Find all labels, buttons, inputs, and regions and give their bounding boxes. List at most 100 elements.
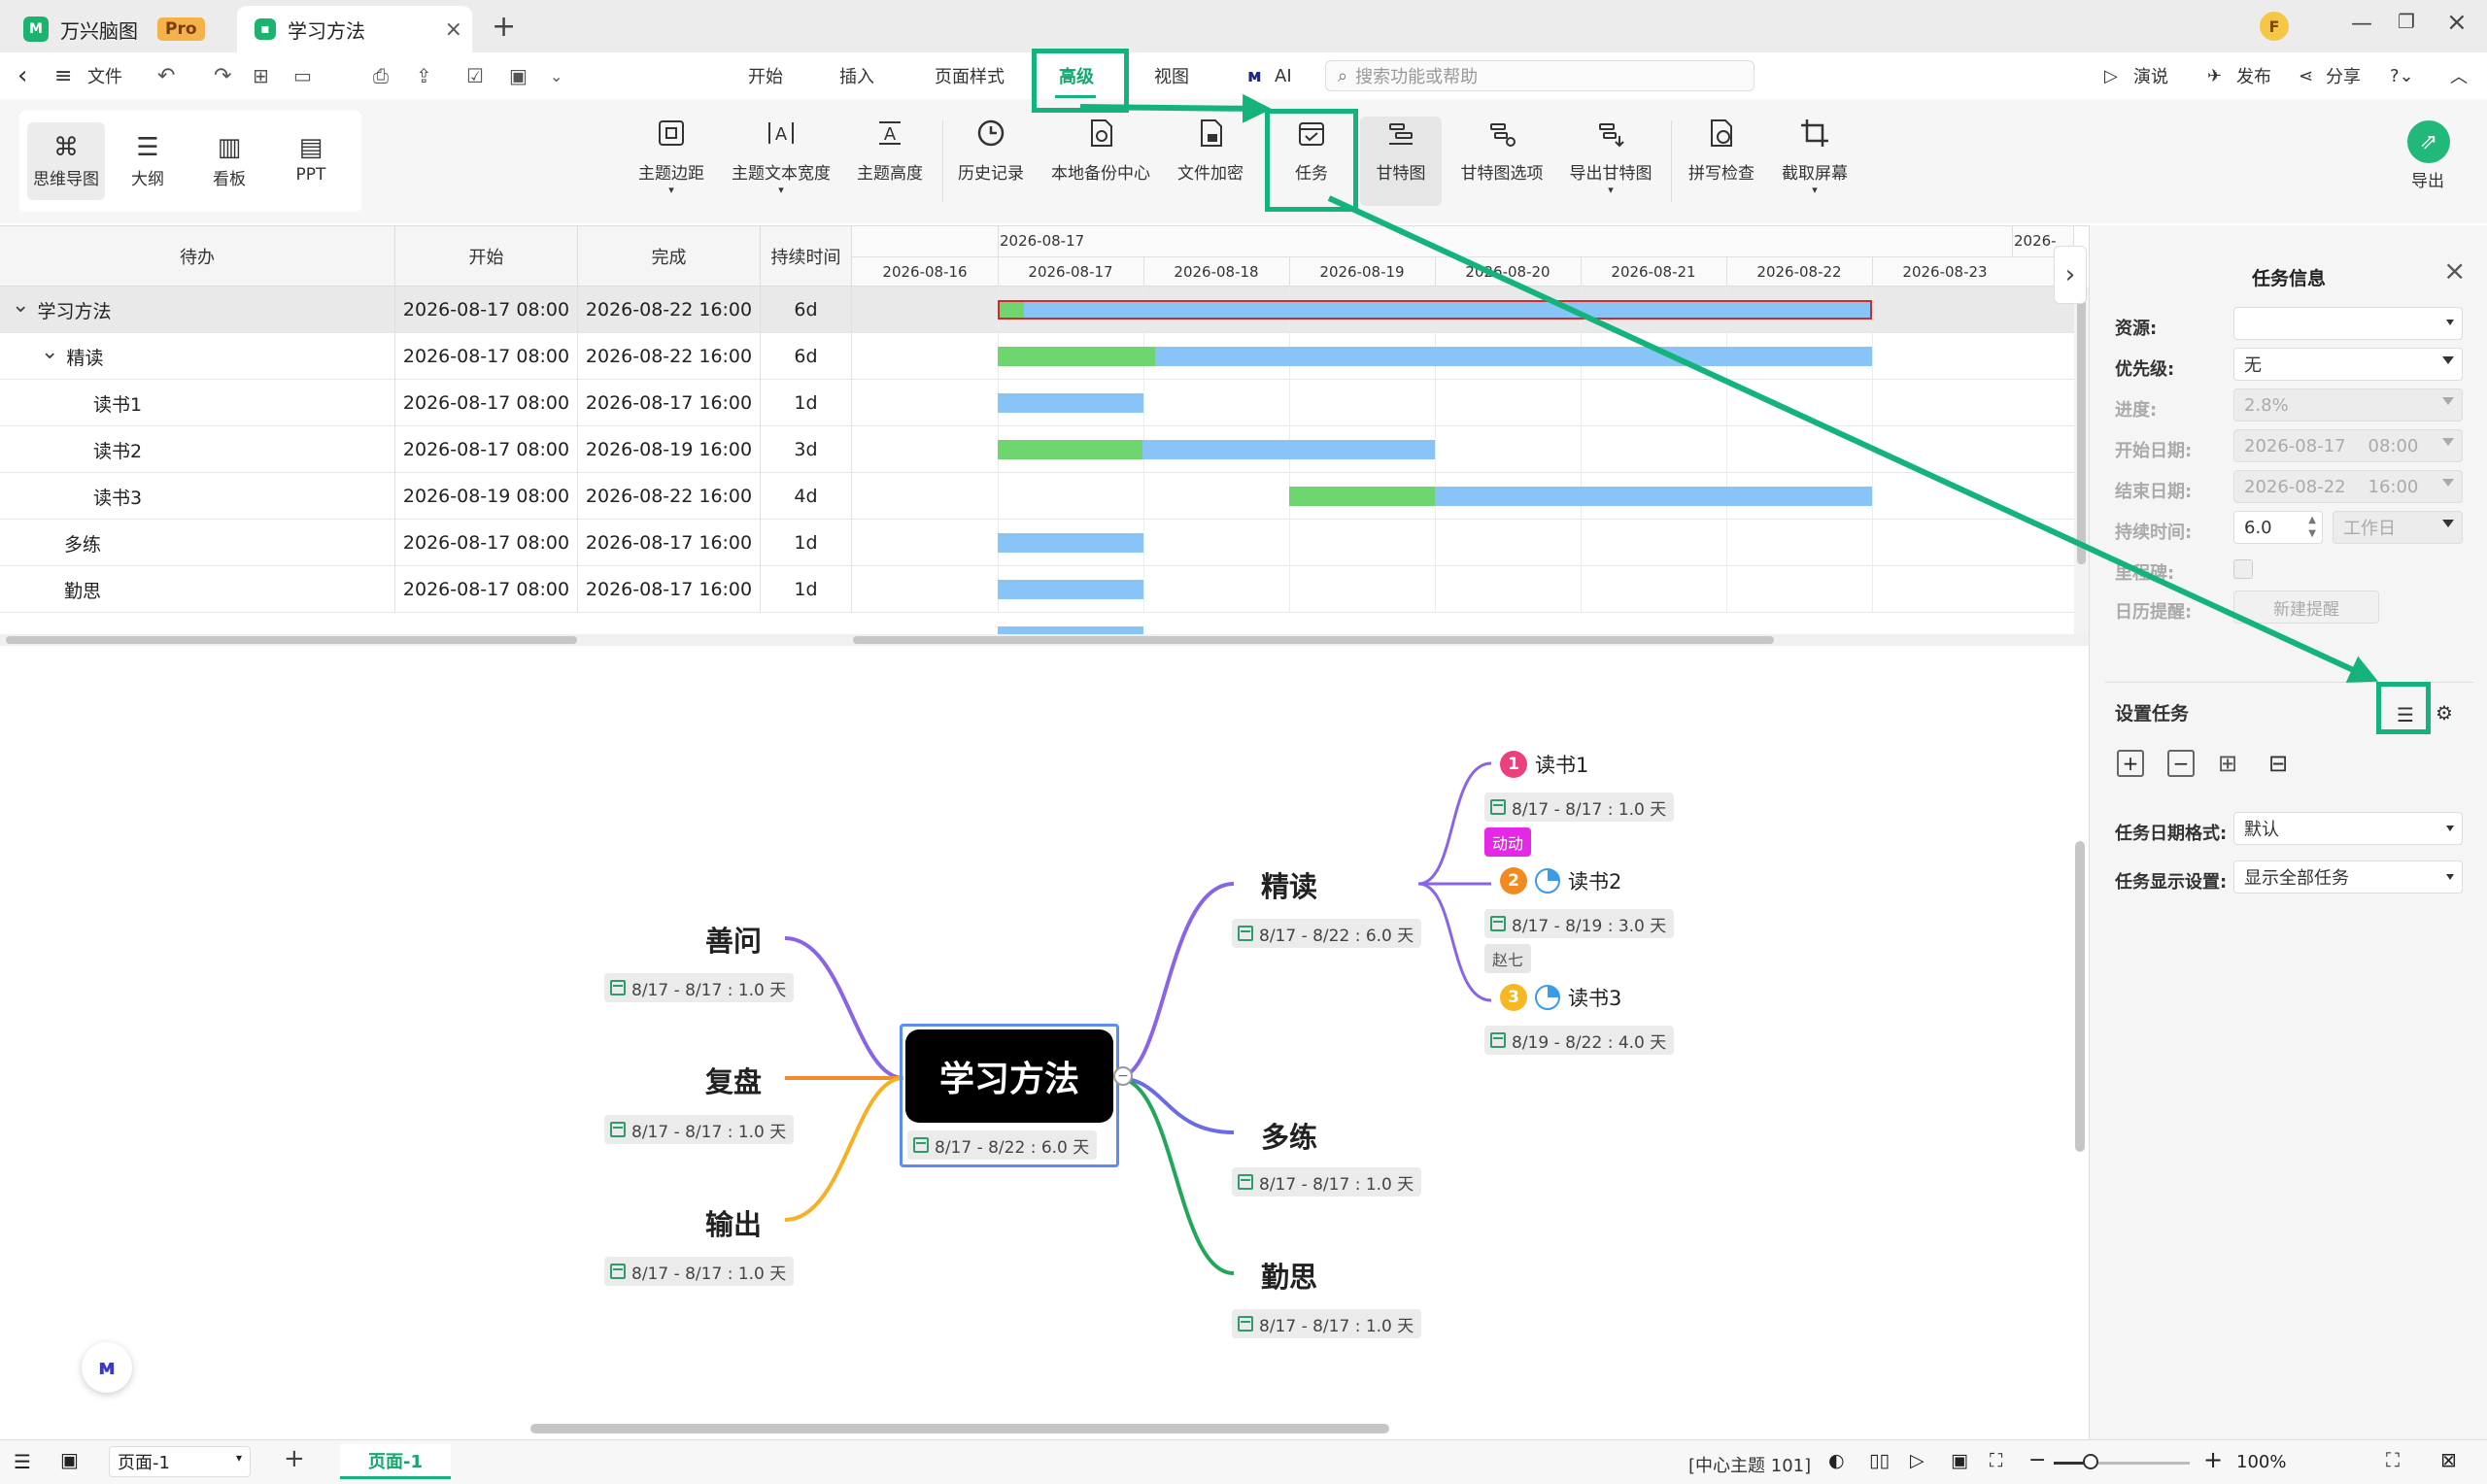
share-icon[interactable]: ⋖ <box>2299 62 2313 89</box>
menu-ai[interactable]: AI <box>1275 62 1292 89</box>
collapse-node-icon[interactable]: − <box>1113 1066 1133 1086</box>
minimize-icon[interactable]: — <box>2351 12 2372 36</box>
expand-all-icon[interactable]: ⊞ <box>2218 750 2237 777</box>
table-row[interactable]: 读书2 2026-08-17 08:00 2026-08-19 16:00 3d <box>0 426 2074 473</box>
priority-select[interactable]: 无 <box>2233 348 2463 381</box>
present-icon[interactable]: ▷ <box>2104 62 2118 89</box>
export-icon-circle[interactable]: ⇗ <box>2407 120 2450 163</box>
date-format-select[interactable]: 默认 <box>2233 812 2463 845</box>
close-tab-icon[interactable]: × <box>445 17 462 42</box>
expand-gantt-icon[interactable]: › <box>2054 246 2087 304</box>
topic-text-width-button[interactable]: A 主题文本宽度 ▾ <box>727 117 835 206</box>
gantt-button[interactable]: 甘特图 <box>1360 117 1442 206</box>
window-mode-icon[interactable]: ⊠ <box>2440 1448 2457 1471</box>
topic-height-button[interactable]: A 主题高度 <box>853 117 927 206</box>
share-button[interactable]: 分享 <box>2326 62 2361 89</box>
new-tab-icon[interactable]: + <box>492 10 516 44</box>
undo-icon[interactable]: ↶ <box>157 62 175 89</box>
resource-tag-2[interactable]: 赵七 <box>1484 944 1532 973</box>
add-task-icon[interactable]: + <box>2117 750 2144 777</box>
view-mindmap[interactable]: ⌘ 思维导图 <box>27 122 105 200</box>
expand-icon[interactable]: ⛶ <box>2386 1448 2400 1471</box>
table-row[interactable]: 读书3 2026-08-19 08:00 2026-08-22 16:00 4d <box>0 473 2074 520</box>
topic-think[interactable]: 勤思 <box>1261 1255 1317 1296</box>
remove-task-icon[interactable]: − <box>2167 750 2195 777</box>
page-tab-1[interactable]: 页面-1 <box>340 1444 451 1479</box>
fit-page-icon[interactable]: ▣ <box>1951 1450 1968 1471</box>
add-page-icon[interactable]: + <box>284 1444 305 1473</box>
zoom-slider-handle[interactable] <box>2083 1454 2098 1469</box>
canvas-h-scrollbar[interactable] <box>530 1424 1389 1433</box>
gantt-bar[interactable] <box>998 533 1143 553</box>
topic-review[interactable]: 复盘 <box>705 1060 762 1100</box>
tab-home[interactable]: M 万兴脑图 Pro <box>6 6 227 52</box>
book-icon[interactable]: ▯▯ <box>1869 1450 1890 1471</box>
file-menu[interactable]: 文件 <box>87 62 122 89</box>
table-row[interactable]: 勤思 2026-08-17 08:00 2026-08-17 16:00 1d <box>0 566 2074 613</box>
table-scrollbar[interactable] <box>6 636 577 644</box>
gantt-bar[interactable] <box>998 347 1872 366</box>
topic-practice[interactable]: 多练 <box>1261 1115 1317 1156</box>
zoom-level[interactable]: 100% <box>2236 1452 2286 1472</box>
chevron-down-icon[interactable]: ⌄ <box>41 340 58 364</box>
timeline-scrollbar[interactable] <box>853 636 1774 644</box>
restore-icon[interactable]: ❐ <box>2398 10 2415 33</box>
ai-assistant-icon[interactable]: ᴍ <box>82 1342 132 1393</box>
backup-center-button[interactable]: 本地备份中心 <box>1049 117 1152 206</box>
gantt-bar[interactable] <box>1289 487 1872 506</box>
topic-margin-button[interactable]: 主题边距 ▾ <box>637 117 705 206</box>
avatar[interactable]: F <box>2260 12 2289 41</box>
view-outline[interactable]: ☰ 大纲 <box>109 122 187 200</box>
list-view-icon[interactable]: ☰ <box>14 1450 31 1473</box>
gantt-options-button[interactable]: 甘特图选项 <box>1457 117 1547 206</box>
view-ppt[interactable]: ▤ PPT <box>272 122 350 200</box>
subtopic-book3[interactable]: 3 读书3 <box>1500 983 1621 1012</box>
new-reminder-button[interactable]: 新建提醒 <box>2233 590 2379 624</box>
gantt-bar[interactable] <box>998 440 1435 459</box>
more-icon[interactable]: ⌄ <box>550 62 562 89</box>
task-settings-icon[interactable]: ⚙ <box>2436 701 2453 725</box>
duration-unit-select[interactable]: 工作日 <box>2333 511 2463 544</box>
gantt-bar[interactable] <box>998 393 1143 413</box>
screenshot-button[interactable]: 截取屏幕 ▾ <box>1776 117 1854 206</box>
chevron-down-icon[interactable]: ⌄ <box>12 293 29 318</box>
gantt-bar[interactable] <box>998 626 1143 634</box>
history-button[interactable]: 历史记录 <box>954 117 1028 206</box>
menu-page-style[interactable]: 页面样式 <box>935 62 1005 89</box>
publish-icon[interactable]: ✈ <box>2207 62 2222 89</box>
close-window-icon[interactable]: × <box>2446 8 2468 37</box>
canvas-v-scrollbar[interactable] <box>2075 841 2085 1152</box>
back-icon[interactable]: ‹ <box>17 61 27 90</box>
resource-tag[interactable]: 动动 <box>1484 827 1532 857</box>
menu-insert[interactable]: 插入 <box>839 62 874 89</box>
table-row[interactable]: 读书1 2026-08-17 08:00 2026-08-17 16:00 1d <box>0 380 2074 426</box>
table-row[interactable]: ⌄ 精读 2026-08-17 08:00 2026-08-22 16:00 6d <box>0 333 2074 380</box>
export-gantt-button[interactable]: 导出甘特图 ▾ <box>1566 117 1655 206</box>
gantt-bar[interactable] <box>998 580 1143 599</box>
close-panel-icon[interactable]: × <box>2443 254 2466 287</box>
help-icon[interactable]: ?⌄ <box>2390 62 2414 89</box>
center-topic[interactable]: 学习方法 <box>905 1029 1113 1123</box>
view-kanban[interactable]: ▥ 看板 <box>190 122 268 200</box>
subtopic-book2[interactable]: 2 读书2 <box>1500 866 1621 895</box>
zoom-in-icon[interactable]: + <box>2203 1446 2223 1473</box>
topic-intensive-reading[interactable]: 精读 <box>1261 864 1317 905</box>
fullscreen-fit-icon[interactable]: ⛶ <box>1990 1450 2002 1471</box>
table-row[interactable]: 多练 2026-08-17 08:00 2026-08-17 16:00 1d <box>0 520 2074 566</box>
theme-icon[interactable]: ◐ <box>1828 1450 1845 1471</box>
gantt-v-scrollbar[interactable] <box>2077 292 2086 564</box>
topic-ask[interactable]: 善问 <box>705 919 762 960</box>
duration-stepper[interactable]: 6.0 ▲ ▼ <box>2233 511 2323 544</box>
publish-button[interactable]: 发布 <box>2236 62 2271 89</box>
menu-icon[interactable]: ≡ <box>54 62 72 89</box>
end-date-field[interactable]: 2026-08-22 16:00 <box>2233 470 2463 503</box>
mindmap-canvas[interactable]: 学习方法 − 8/17 - 8/22 : 6.0 天 善问 8/17 - 8/1… <box>0 647 2089 1439</box>
panel-toggle-icon[interactable]: ▣ <box>60 1448 79 1471</box>
milestone-checkbox[interactable] <box>2233 559 2253 579</box>
menu-start[interactable]: 开始 <box>748 62 783 89</box>
table-row[interactable]: ⌄ 学习方法 2026-08-17 08:00 2026-08-22 16:00 6d <box>0 287 2074 333</box>
collapse-all-icon[interactable]: ⊟ <box>2268 750 2288 777</box>
save-icon[interactable]: ▣ <box>509 62 528 89</box>
resource-select[interactable] <box>2233 307 2463 340</box>
zoom-out-icon[interactable]: − <box>2028 1448 2046 1472</box>
